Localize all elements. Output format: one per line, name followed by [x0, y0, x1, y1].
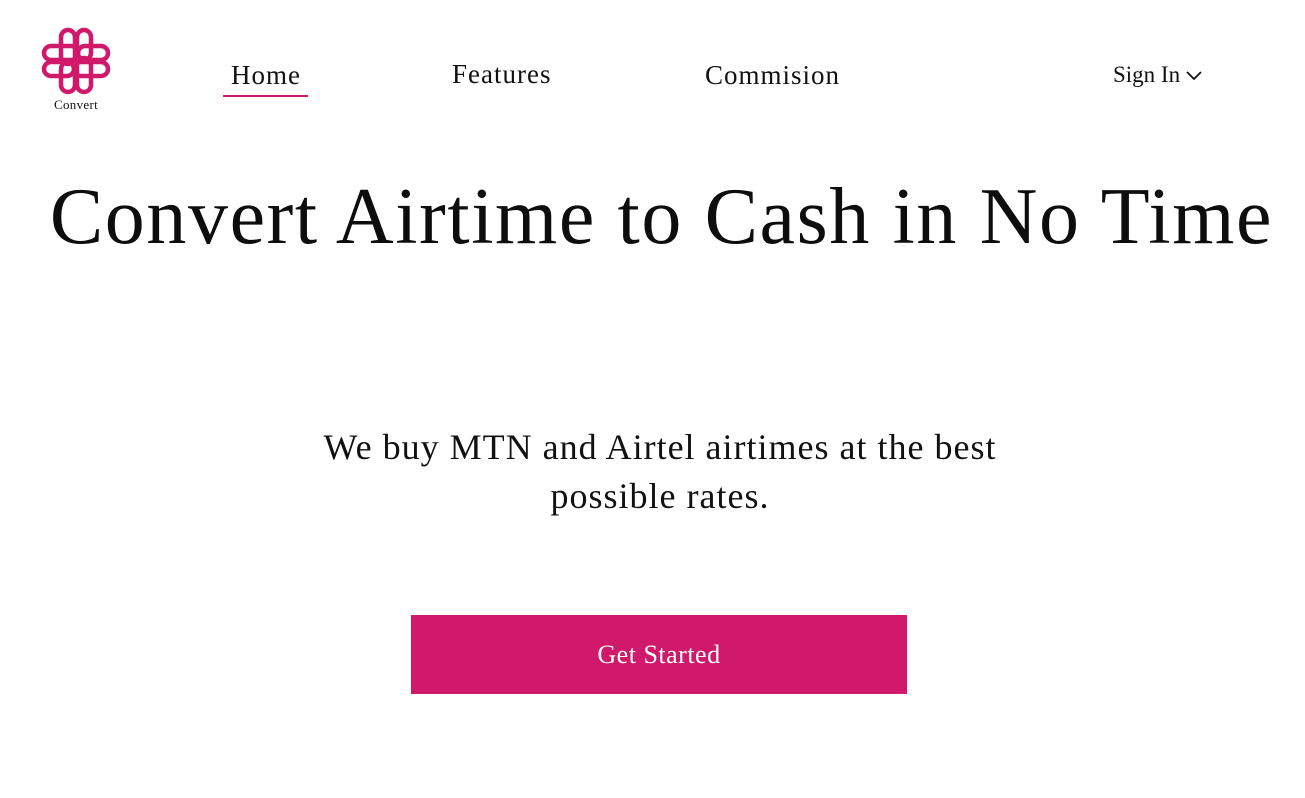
nav-features-link[interactable]: Features: [452, 59, 551, 90]
sign-in-label: Sign In: [1113, 62, 1181, 87]
landing-page: Convert Home Features Commision Sign In …: [0, 0, 1305, 798]
chevron-down-icon: [1186, 71, 1202, 81]
nav-home-link[interactable]: Home: [231, 60, 301, 91]
get-started-button[interactable]: Get Started: [411, 615, 907, 694]
hero-title: Convert Airtime to Cash in No Time: [49, 173, 1274, 261]
brand-logo[interactable]: Convert: [40, 27, 112, 113]
active-nav-indicator: [223, 95, 308, 97]
sign-in-dropdown[interactable]: Sign In: [1113, 62, 1203, 88]
brand-name: Convert: [54, 97, 98, 112]
hero-subtitle: We buy MTN and Airtel airtimes at the be…: [323, 427, 997, 516]
clover-logo-icon: [41, 27, 111, 95]
nav-commision-link[interactable]: Commision: [705, 60, 840, 91]
